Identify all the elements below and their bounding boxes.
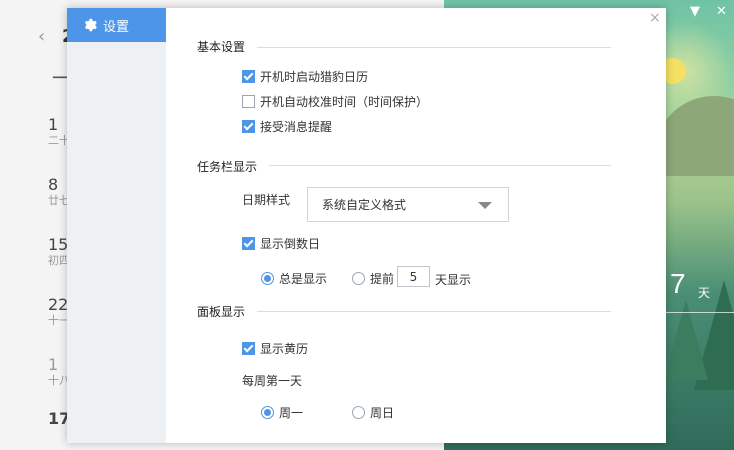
week-start-sunday-radio[interactable]: 周日: [352, 404, 394, 421]
scene-divider: [666, 312, 734, 313]
lunar-date: 初四: [48, 254, 68, 267]
checkbox-box[interactable]: [242, 120, 255, 133]
radio-label: 提前: [370, 272, 395, 286]
date-number: 1: [48, 116, 59, 134]
pin-icon[interactable]: ▼: [690, 4, 700, 19]
sidebar-item-settings[interactable]: 设置: [67, 8, 166, 42]
calendar-date-cell[interactable]: 22 十一: [48, 296, 68, 328]
chevron-down-icon: [478, 202, 492, 209]
radio-dot[interactable]: [261, 406, 274, 419]
lunar-date: 十八: [48, 374, 68, 387]
radio-dot[interactable]: [352, 272, 365, 285]
close-window-icon[interactable]: ✕: [716, 4, 727, 19]
checkbox-box[interactable]: [242, 95, 255, 108]
countdown-number: 7: [670, 268, 686, 299]
checkbox-label: 开机自动校准时间（时间保护）: [260, 95, 429, 109]
ahead-days-input[interactable]: [397, 266, 430, 287]
ahead-days-suffix: 天显示: [435, 273, 472, 287]
date-style-select[interactable]: 系统自定义格式: [307, 187, 509, 222]
auto-time-sync-checkbox[interactable]: 开机自动校准时间（时间保护）: [242, 93, 428, 110]
show-countdown-checkbox[interactable]: 显示倒数日: [242, 235, 320, 252]
week-start-monday-radio[interactable]: 周一: [261, 404, 303, 421]
date-number: 1: [48, 356, 59, 374]
calendar-date-cell[interactable]: 1 十八: [48, 356, 68, 388]
divider: [269, 165, 611, 166]
settings-sidebar: 设置: [67, 8, 166, 443]
date-number: 15: [48, 236, 68, 254]
checkbox-label: 显示倒数日: [260, 237, 321, 251]
date-number: 22: [48, 296, 68, 314]
checkbox-box[interactable]: [242, 342, 255, 355]
gear-icon: [84, 18, 97, 32]
radio-dot[interactable]: [352, 406, 365, 419]
calendar-date-cell[interactable]: 15 初四: [48, 236, 68, 268]
week-start-label: 每周第一天: [242, 374, 303, 388]
show-almanac-checkbox[interactable]: 显示黄历: [242, 340, 308, 357]
section-title-panel: 面板显示: [197, 305, 246, 319]
checkbox-label: 开机时启动猎豹日历: [260, 70, 369, 84]
calendar-date-cell[interactable]: 17: [48, 410, 68, 428]
accept-reminders-checkbox[interactable]: 接受消息提醒: [242, 118, 332, 135]
radio-label: 总是显示: [279, 272, 328, 286]
lunar-date: 十一: [48, 314, 68, 327]
close-icon[interactable]: ×: [649, 10, 661, 26]
settings-dialog: 设置 × 基本设置 开机时启动猎豹日历 开机自动校准时间（时间保护） 接受消息提…: [67, 8, 666, 443]
back-arrow-icon[interactable]: ‹: [38, 26, 45, 47]
date-number: 8: [48, 176, 59, 194]
calendar-date-cell[interactable]: 8 廿七: [48, 176, 68, 208]
checkbox-label: 显示黄历: [260, 342, 309, 356]
checkbox-label: 接受消息提醒: [260, 120, 333, 134]
calendar-date-cell[interactable]: 1 二十: [48, 116, 68, 148]
select-value: 系统自定义格式: [322, 198, 407, 212]
date-number: 17: [48, 410, 68, 428]
date-style-label: 日期样式: [242, 193, 291, 207]
checkbox-box[interactable]: [242, 237, 255, 250]
show-ahead-radio[interactable]: 提前: [352, 270, 394, 287]
checkbox-box[interactable]: [242, 70, 255, 83]
lunar-date: 廿七: [48, 194, 68, 207]
lunar-date: 二十: [48, 134, 68, 147]
radio-label: 周日: [370, 406, 395, 420]
sidebar-item-label: 设置: [103, 19, 130, 35]
section-title-basic: 基本设置: [197, 40, 246, 54]
radio-label: 周一: [279, 406, 304, 420]
autostart-checkbox[interactable]: 开机时启动猎豹日历: [242, 68, 368, 85]
radio-dot[interactable]: [261, 272, 274, 285]
divider: [257, 311, 611, 312]
always-show-radio[interactable]: 总是显示: [261, 270, 327, 287]
section-title-taskbar: 任务栏显示: [197, 160, 258, 174]
divider: [257, 47, 611, 48]
countdown-unit: 天: [698, 286, 711, 300]
